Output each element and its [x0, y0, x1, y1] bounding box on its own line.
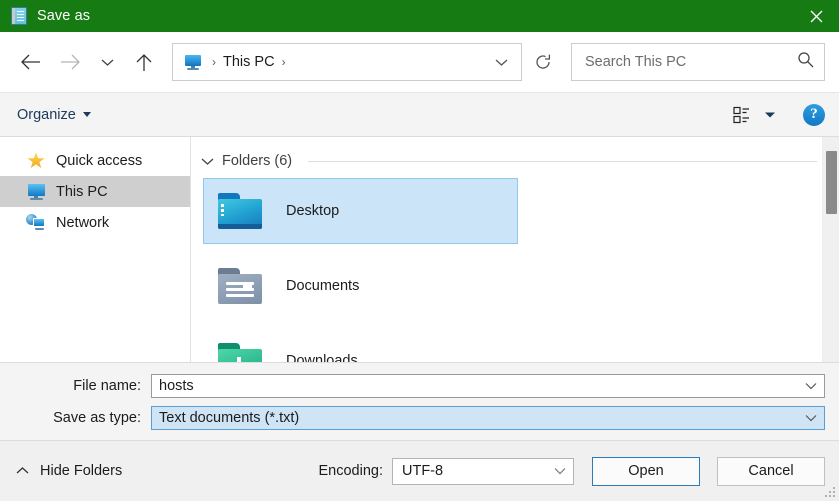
back-arrow-icon[interactable]: [10, 43, 50, 81]
navigation-bar: › This PC ›: [0, 32, 839, 92]
monitor-icon: [26, 183, 46, 200]
star-icon: [26, 152, 46, 169]
file-name-value: hosts: [159, 378, 194, 394]
navigation-pane: Quick access This PC Network: [0, 137, 191, 362]
chevron-up-icon: [16, 463, 29, 479]
breadcrumb-path[interactable]: This PC: [223, 54, 275, 70]
save-as-type-select[interactable]: Text documents (*.txt): [151, 406, 825, 430]
command-toolbar: Organize ?: [0, 92, 839, 137]
hide-folders-label: Hide Folders: [40, 463, 123, 479]
folders-group-header: Folders (6): [191, 137, 839, 169]
view-layout-icon[interactable]: [731, 102, 757, 128]
network-icon: [26, 214, 46, 231]
encoding-label: Encoding:: [318, 463, 384, 479]
file-name-chevron-down-icon[interactable]: [798, 382, 824, 390]
sidebar-item-label: Network: [56, 214, 110, 231]
open-button[interactable]: Open: [592, 456, 700, 486]
group-divider: [308, 160, 817, 162]
save-as-type-value: Text documents (*.txt): [159, 410, 300, 426]
forward-arrow-icon[interactable]: [50, 43, 90, 81]
up-arrow-icon[interactable]: [124, 43, 164, 81]
list-item-desktop[interactable]: Desktop: [203, 178, 518, 244]
hide-folders-button[interactable]: Hide Folders: [16, 463, 122, 479]
cancel-button[interactable]: Cancel: [717, 456, 825, 486]
sidebar-item-label: This PC: [56, 183, 108, 200]
help-button[interactable]: ?: [803, 103, 825, 126]
organize-chevron-down-icon: [82, 112, 91, 117]
refresh-icon[interactable]: [522, 44, 564, 80]
vertical-scrollbar[interactable]: [822, 137, 839, 362]
resize-grip[interactable]: [824, 486, 836, 498]
organize-label: Organize: [17, 106, 76, 123]
list-item-label: Documents: [286, 278, 360, 294]
list-item-label: Downloads: [286, 353, 358, 362]
encoding-select[interactable]: UTF-8: [392, 457, 574, 485]
scrollbar-thumb[interactable]: [826, 151, 837, 214]
close-icon[interactable]: [793, 0, 839, 32]
group-chevron-down-icon[interactable]: [201, 157, 214, 166]
sidebar-item-label: Quick access: [56, 152, 143, 169]
encoding-chevron-down-icon[interactable]: [547, 467, 573, 475]
breadcrumb[interactable]: › This PC ›: [172, 43, 522, 81]
list-item-downloads[interactable]: Downloads: [203, 328, 518, 362]
title-bar: Save as: [0, 0, 839, 32]
list-item-documents[interactable]: Documents: [203, 253, 518, 319]
recent-locations-chevron-down-icon[interactable]: [90, 43, 124, 81]
sidebar-item-this-pc[interactable]: This PC: [0, 176, 190, 207]
file-name-row: File name: hosts: [14, 374, 825, 398]
dialog-footer: Hide Folders Encoding: UTF-8 Open Cancel: [0, 440, 839, 501]
folders-group-label: Folders (6): [222, 153, 293, 169]
folder-desktop-icon: [216, 191, 264, 231]
sidebar-item-quick-access[interactable]: Quick access: [0, 145, 190, 176]
notepad-icon: [11, 7, 27, 25]
save-as-type-row: Save as type: Text documents (*.txt): [14, 406, 825, 430]
search-box[interactable]: [571, 43, 825, 81]
folder-documents-icon: [216, 266, 264, 306]
view-chevron-down-icon[interactable]: [757, 111, 783, 119]
save-as-type-chevron-down-icon[interactable]: [798, 414, 824, 422]
save-as-type-label: Save as type:: [53, 410, 141, 426]
window-title: Save as: [37, 8, 91, 24]
search-input[interactable]: [585, 54, 797, 70]
sidebar-item-network[interactable]: Network: [0, 207, 190, 238]
breadcrumb-chevron-down-icon[interactable]: [481, 44, 521, 80]
dialog-body: Quick access This PC Network Folders (6)…: [0, 137, 839, 362]
list-item-label: Desktop: [286, 203, 340, 219]
file-list-pane: Folders (6) Desktop Documents Downloads: [191, 137, 839, 362]
breadcrumb-separator-trailing[interactable]: ›: [275, 55, 293, 69]
search-icon[interactable]: [797, 51, 814, 73]
file-name-label: File name:: [73, 378, 141, 394]
folder-downloads-icon: [216, 341, 264, 362]
save-as-dialog: Save as › This PC › Search This PC Organ…: [0, 0, 839, 501]
file-name-input[interactable]: hosts: [151, 374, 825, 398]
this-pc-monitor-icon: [184, 54, 202, 70]
file-fields: File name: hosts Save as type: Text docu…: [0, 362, 839, 440]
breadcrumb-separator: ›: [212, 55, 216, 69]
organize-button[interactable]: Organize: [17, 107, 91, 123]
encoding-value: UTF-8: [402, 463, 444, 479]
